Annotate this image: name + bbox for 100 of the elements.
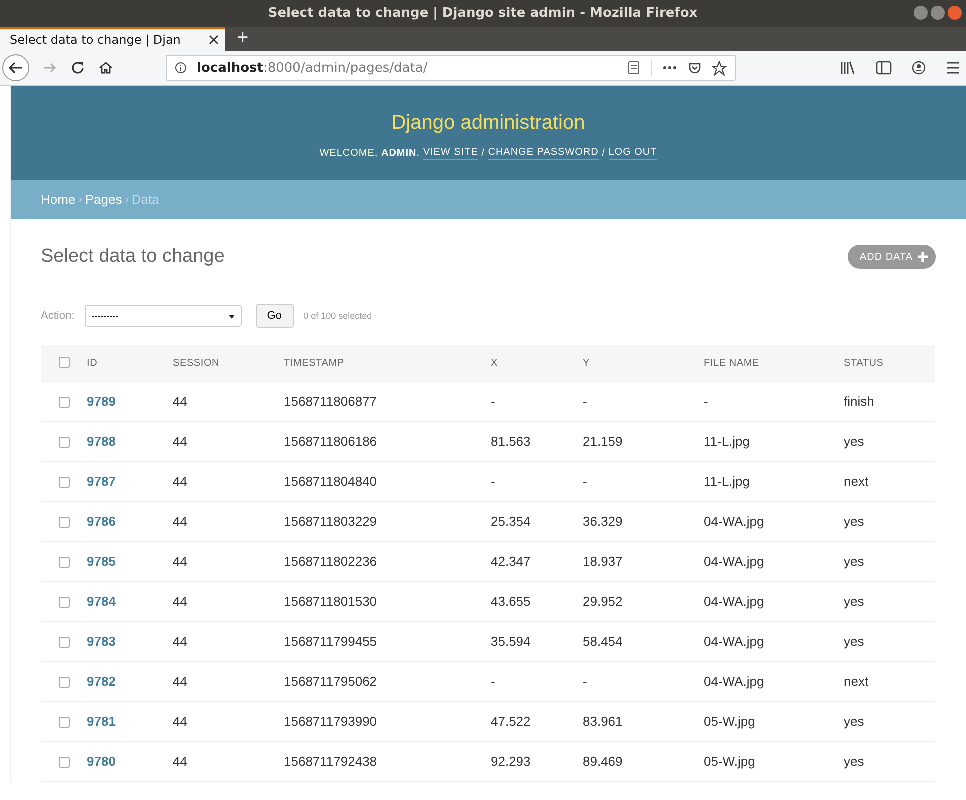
- record-link[interactable]: 9785: [87, 554, 116, 569]
- table-cell: 05-W.jpg: [704, 714, 756, 729]
- close-icon[interactable]: [209, 35, 219, 45]
- row-checkbox[interactable]: [58, 397, 70, 408]
- more-icon[interactable]: [662, 65, 678, 71]
- table-cell: 1568711795062: [284, 674, 378, 689]
- row-checkbox[interactable]: [58, 717, 70, 728]
- library-icon[interactable]: [840, 61, 856, 75]
- selection-counter: 0 of 100 selected: [304, 311, 372, 321]
- row-checkbox[interactable]: [58, 437, 70, 448]
- table-cell: 04-WA.jpg: [704, 634, 764, 649]
- table-cell: 04-WA.jpg: [704, 594, 764, 609]
- table-cell: 43.655: [491, 594, 531, 609]
- info-icon[interactable]: [175, 62, 187, 74]
- maximize-button[interactable]: [931, 6, 945, 20]
- table-cell: yes: [844, 754, 864, 769]
- table-cell: 89.469: [583, 754, 623, 769]
- table-cell: 35.594: [491, 634, 531, 649]
- action-label: Action:: [41, 310, 75, 322]
- row-checkbox[interactable]: [58, 477, 70, 488]
- table-cell: 47.522: [491, 714, 531, 729]
- row-checkbox[interactable]: [58, 557, 70, 568]
- row-checkbox[interactable]: [58, 757, 70, 768]
- table-cell: 1568711801530: [284, 594, 378, 609]
- table-cell: 04-WA.jpg: [704, 514, 764, 529]
- reader-view-icon[interactable]: [627, 61, 641, 75]
- header-link[interactable]: VIEW SITE: [423, 147, 478, 160]
- menu-icon[interactable]: [946, 62, 960, 74]
- table-cell: 44: [173, 394, 188, 409]
- header-link[interactable]: CHANGE PASSWORD: [488, 147, 599, 160]
- table-cell: 05-W.jpg: [704, 754, 756, 769]
- record-link[interactable]: 9784: [87, 594, 116, 609]
- table-cell: 1568711799455: [284, 634, 378, 649]
- account-icon[interactable]: [912, 61, 926, 75]
- record-link[interactable]: 9788: [87, 434, 116, 449]
- table-cell: yes: [844, 434, 864, 449]
- sidebar-icon[interactable]: [876, 61, 892, 75]
- pocket-icon[interactable]: [688, 61, 702, 75]
- table-cell: yes: [844, 634, 864, 649]
- table-cell: 1568711803229: [284, 514, 378, 529]
- go-button[interactable]: Go: [256, 304, 294, 328]
- row-checkbox[interactable]: [58, 597, 70, 608]
- address-bar[interactable]: localhost:8000/admin/pages/data/: [166, 55, 736, 81]
- table-cell: 1568711802236: [284, 554, 378, 569]
- table-cell: 44: [173, 674, 188, 689]
- window-title: Select data to change | Django site admin - Mozilla Firefox: [268, 6, 698, 21]
- row-checkbox[interactable]: [58, 677, 70, 688]
- column-header[interactable]: FILE NAME: [704, 358, 760, 368]
- table-cell: 83.961: [583, 714, 623, 729]
- welcome-text: WELCOME, ADMIN.: [320, 148, 422, 159]
- column-header[interactable]: X: [491, 358, 498, 368]
- reload-icon[interactable]: [70, 60, 86, 76]
- new-tab-button[interactable]: +: [225, 27, 261, 51]
- table-cell: 1568711792438: [284, 754, 378, 769]
- table-cell: 42.347: [491, 554, 531, 569]
- table-cell: 11-L.jpg: [704, 474, 750, 489]
- table-cell: 1568711804840: [284, 474, 378, 489]
- site-title[interactable]: Django administration: [392, 112, 586, 135]
- table-cell: yes: [844, 594, 864, 609]
- table-cell: 44: [173, 594, 188, 609]
- table-cell: 04-WA.jpg: [704, 554, 764, 569]
- table-cell: 44: [173, 554, 188, 569]
- table-cell: next: [844, 674, 869, 689]
- row-checkbox[interactable]: [58, 517, 70, 528]
- home-icon[interactable]: [98, 60, 114, 76]
- table-cell: 1568711793990: [284, 714, 378, 729]
- table-cell: 44: [173, 514, 188, 529]
- minimize-button[interactable]: [914, 6, 928, 20]
- record-link[interactable]: 9789: [87, 394, 116, 409]
- browser-tab[interactable]: Select data to change | Djan: [0, 27, 225, 51]
- record-link[interactable]: 9786: [87, 514, 116, 529]
- separator-text: /: [480, 148, 486, 159]
- table-cell: -: [491, 474, 496, 489]
- header-link[interactable]: LOG OUT: [608, 147, 658, 160]
- column-header[interactable]: SESSION: [173, 358, 220, 368]
- column-header[interactable]: STATUS: [844, 358, 884, 368]
- close-button[interactable]: [948, 6, 962, 20]
- record-link[interactable]: 9782: [87, 674, 116, 689]
- table-cell: -: [583, 674, 588, 689]
- table-cell: 36.329: [583, 514, 623, 529]
- record-link[interactable]: 9780: [87, 754, 116, 769]
- star-icon[interactable]: [712, 60, 727, 76]
- column-header[interactable]: TIMESTAMP: [284, 358, 344, 368]
- table-cell: 92.293: [491, 754, 531, 769]
- select-all-checkbox[interactable]: [58, 357, 70, 368]
- row-checkbox[interactable]: [58, 637, 70, 648]
- record-link[interactable]: 9787: [87, 474, 116, 489]
- table-cell: 44: [173, 754, 188, 769]
- add-button[interactable]: ADD DATA: [848, 245, 936, 269]
- column-header[interactable]: ID: [87, 358, 98, 368]
- breadcrumb-separator: ›: [78, 194, 82, 206]
- table-cell: finish: [844, 394, 874, 409]
- action-select[interactable]: ---------: [84, 305, 242, 327]
- record-link[interactable]: 9781: [87, 714, 116, 729]
- table-cell: 1568711806877: [284, 394, 378, 409]
- table-cell: 29.952: [583, 594, 623, 609]
- table-cell: 44: [173, 714, 188, 729]
- back-icon[interactable]: [2, 54, 30, 82]
- column-header[interactable]: Y: [583, 358, 590, 368]
- record-link[interactable]: 9783: [87, 634, 116, 649]
